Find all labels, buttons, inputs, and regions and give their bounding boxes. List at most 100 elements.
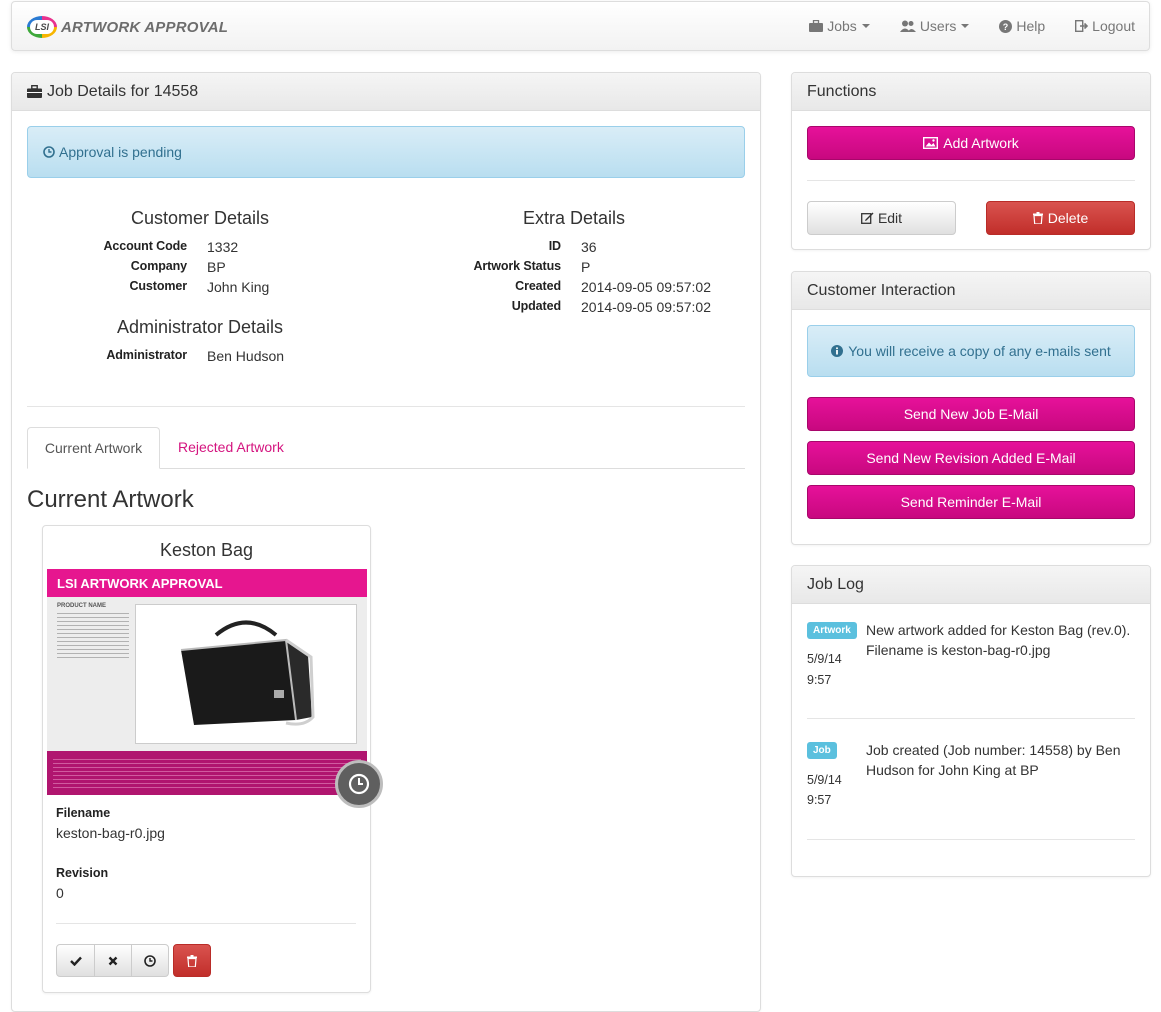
- edit-label: Edit: [877, 210, 903, 226]
- detail-value: 2014-09-05 09:57:02: [581, 279, 711, 295]
- history-button[interactable]: [335, 760, 383, 808]
- detail-label: Account Code: [103, 239, 187, 253]
- history-small-button[interactable]: [131, 944, 169, 977]
- log-time: 9:57: [807, 673, 832, 687]
- tab-rejected-artwork[interactable]: Rejected Artwork: [178, 439, 284, 455]
- nav-jobs[interactable]: Jobs: [809, 18, 870, 34]
- detail-label: ID: [548, 239, 561, 253]
- detail-label: Company: [130, 259, 187, 273]
- artwork-action-group: [56, 944, 211, 977]
- nav-logout[interactable]: Logout: [1075, 18, 1135, 34]
- detail-value: 36: [581, 239, 597, 255]
- detail-value: 2014-09-05 09:57:02: [581, 299, 711, 315]
- functions-heading: Functions: [792, 73, 1150, 111]
- log-divider: [807, 839, 1135, 840]
- detail-row-customer: Customer John King: [80, 279, 269, 295]
- functions-divider: [807, 180, 1135, 181]
- users-icon: [899, 20, 916, 32]
- clock-icon: [43, 146, 55, 158]
- customer-interaction-heading: Customer Interaction: [792, 272, 1150, 310]
- lsi-logo-icon: LSI: [27, 16, 57, 38]
- send-reminder-email-button[interactable]: Send Reminder E-Mail: [807, 485, 1135, 519]
- detail-value: 1332: [207, 239, 239, 255]
- delete-artwork-button[interactable]: [173, 944, 211, 977]
- log-entry: Artwork 5/9/14 9:57 New artwork added fo…: [807, 620, 1135, 687]
- edit-icon: [860, 212, 874, 224]
- job-log-heading: Job Log: [792, 566, 1150, 604]
- preview-header: LSI ARTWORK APPROVAL: [47, 569, 367, 597]
- check-icon: [69, 956, 82, 966]
- edit-button[interactable]: Edit: [807, 201, 956, 235]
- nav-jobs-label: Jobs: [827, 18, 857, 34]
- log-entry: Job 5/9/14 9:57 Job created (Job number:…: [807, 740, 1135, 807]
- job-details-title: Job Details for 14558: [47, 82, 199, 100]
- logo-text: LSI: [30, 20, 54, 34]
- nav-help-label: Help: [1016, 18, 1046, 34]
- log-badge: Job: [807, 742, 837, 759]
- log-text: Job created (Job number: 14558) by Ben H…: [866, 742, 1121, 778]
- detail-label: Administrator: [106, 348, 187, 362]
- trash-icon: [1032, 212, 1043, 224]
- artwork-card: Keston Bag LSI ARTWORK APPROVAL PRODUCT …: [42, 525, 383, 993]
- email-copy-alert: You will receive a copy of any e-mails s…: [807, 325, 1135, 377]
- detail-label: Artwork Status: [473, 259, 561, 273]
- artwork-name: Keston Bag: [159, 540, 254, 560]
- add-artwork-button[interactable]: Add Artwork: [807, 126, 1135, 160]
- detail-value: John King: [207, 279, 270, 295]
- image-icon: [923, 137, 939, 149]
- caret-down-icon: [961, 24, 970, 28]
- revision-value: 0: [56, 885, 64, 901]
- close-icon: [108, 956, 118, 965]
- log-date: 5/9/14: [807, 773, 842, 787]
- preview-footer: [47, 751, 367, 795]
- detail-row-company: Company BP: [80, 259, 226, 275]
- email-copy-text: You will receive a copy of any e-mails s…: [848, 343, 1111, 359]
- bag-image: [180, 620, 315, 726]
- job-log-panel: Job Log: [791, 565, 1151, 877]
- log-divider: [807, 718, 1135, 719]
- detail-label: Customer: [129, 279, 187, 293]
- nav-users[interactable]: Users: [899, 18, 970, 34]
- customer-details-title: Customer Details: [130, 208, 270, 228]
- approve-button[interactable]: [56, 944, 95, 977]
- nav-users-label: Users: [919, 18, 957, 34]
- filename-label: Filename: [56, 806, 111, 820]
- preview-text-lines: [57, 613, 129, 661]
- briefcase-icon: [809, 20, 824, 32]
- caret-down-icon: [861, 24, 870, 28]
- delete-button[interactable]: Delete: [986, 201, 1135, 235]
- briefcase-icon: [27, 85, 42, 98]
- send-revision-email-button[interactable]: Send New Revision Added E-Mail: [807, 441, 1135, 475]
- question-circle-icon: ?: [999, 19, 1013, 33]
- extra-details-title: Extra Details: [522, 208, 626, 228]
- nav-logout-label: Logout: [1092, 18, 1135, 34]
- approval-status-text: Approval is pending: [59, 144, 182, 160]
- brand-title: ARTWORK APPROVAL: [61, 18, 229, 36]
- send-new-job-email-button[interactable]: Send New Job E-Mail: [807, 397, 1135, 431]
- info-icon: [831, 345, 844, 357]
- administrator-details-title: Administrator Details: [116, 317, 284, 337]
- preview-footer-text: [53, 759, 361, 789]
- current-artwork-heading: Current Artwork: [27, 486, 194, 513]
- job-details-heading: Job Details for 14558: [12, 73, 760, 111]
- nav-help[interactable]: ? Help: [999, 18, 1045, 34]
- detail-row-updated: Updated 2014-09-05 09:57:02: [440, 299, 711, 315]
- detail-label: Created: [515, 279, 561, 293]
- log-time: 9:57: [807, 793, 832, 807]
- detail-value: BP: [207, 259, 226, 275]
- add-artwork-label: Add Artwork: [943, 135, 1019, 151]
- svg-text:?: ?: [1003, 22, 1009, 32]
- detail-row-artwork-status: Artwork Status P: [440, 259, 590, 275]
- artwork-thumbnail[interactable]: LSI ARTWORK APPROVAL PRODUCT NAME: [47, 569, 367, 795]
- detail-label: Updated: [511, 299, 561, 313]
- detail-row-created: Created 2014-09-05 09:57:02: [440, 279, 711, 295]
- tab-current-artwork[interactable]: Current Artwork: [27, 427, 160, 469]
- filename-value: keston-bag-r0.jpg: [56, 825, 165, 841]
- logout-icon: [1075, 20, 1089, 32]
- trash-icon: [187, 954, 197, 967]
- top-navbar: LSI ARTWORK APPROVAL Jobs Users ? Help L…: [11, 1, 1150, 51]
- detail-row-administrator: Administrator Ben Hudson: [80, 348, 284, 364]
- brand[interactable]: LSI ARTWORK APPROVAL: [27, 16, 228, 38]
- reject-button[interactable]: [94, 944, 132, 977]
- artwork-tabs: Current Artwork Rejected Artwork: [27, 427, 745, 469]
